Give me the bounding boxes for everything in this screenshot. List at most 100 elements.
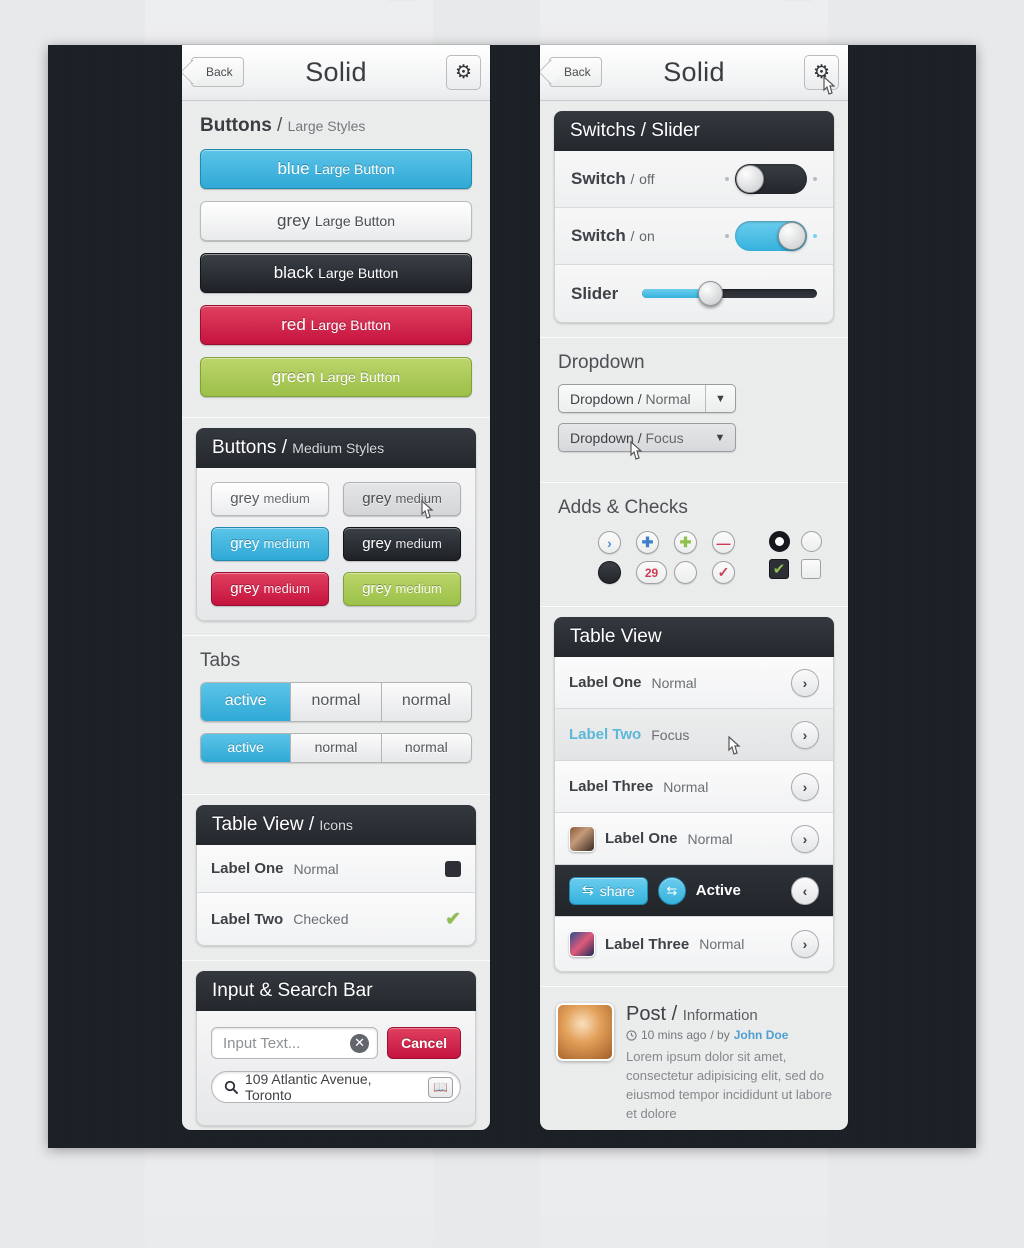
table-row[interactable]: Label One Normal — [197, 845, 475, 893]
plus-badge-blue[interactable]: ✚ — [636, 531, 659, 554]
dropdown-normal[interactable]: Dropdown / Normal ▼ — [558, 384, 736, 413]
chevron-right-icon[interactable]: › — [791, 720, 819, 749]
count-badge[interactable]: 29 — [636, 561, 667, 584]
medium-button-4-sub: medium — [263, 581, 310, 596]
large-button-black-label: black — [273, 263, 314, 282]
check-badge-red[interactable]: ✓ — [712, 561, 735, 584]
divider-4 — [182, 960, 490, 961]
slider-knob[interactable] — [698, 281, 723, 306]
toggle-switch-off[interactable] — [735, 164, 807, 194]
dropdown-heading: Dropdown — [540, 338, 848, 382]
radio-selected[interactable] — [769, 531, 790, 552]
chevron-left-icon[interactable]: ‹ — [791, 876, 819, 905]
shuffle-icon-button[interactable]: ⇆ — [657, 876, 686, 905]
ghost-nav-title: Solid — [145, 0, 433, 13]
medium-button-red[interactable]: grey medium — [211, 572, 329, 606]
chevron-right-icon[interactable]: › — [791, 824, 819, 853]
ghost-gear-icon-2: ⚙ — [780, 0, 814, 1]
table-row[interactable]: Label Two Focus › — [555, 709, 833, 761]
medium-button-blue[interactable]: grey medium — [211, 527, 329, 561]
tabs-heading-label: Tabs — [200, 650, 241, 671]
tabs-heading: Tabs — [182, 636, 490, 680]
large-button-blue[interactable]: blue Large Button — [200, 149, 472, 189]
tabs-row-small: active normal normal — [200, 733, 472, 763]
post-thumbnail[interactable] — [556, 1003, 614, 1061]
gear-icon[interactable]: ⚙ — [446, 55, 481, 90]
plus-badge-green[interactable]: ✚ — [674, 531, 697, 554]
large-button-green[interactable]: green Large Button — [200, 357, 472, 397]
search-icon — [224, 1080, 238, 1094]
table-row[interactable]: Label One Normal › — [555, 657, 833, 709]
tab-active-1[interactable]: active — [201, 683, 292, 721]
post-title-main: Post — [626, 1003, 667, 1025]
dropdown-normal-sep: / — [637, 390, 642, 407]
large-button-green-sub: Large Button — [320, 369, 401, 385]
medium-button-3-sub: medium — [395, 536, 442, 551]
toggle-switch-on[interactable] — [735, 221, 807, 251]
switch-knob — [736, 165, 764, 193]
checkbox-unchecked[interactable] — [801, 559, 821, 579]
buttons-medium-card: Buttons / Medium Styles grey medium grey… — [196, 428, 476, 621]
bookmark-icon[interactable]: 📖 — [428, 1076, 453, 1098]
chevron-right-icon[interactable]: › — [791, 930, 819, 958]
medium-button-black[interactable]: grey medium — [343, 527, 461, 561]
checkbox-checked[interactable]: ✔ — [769, 559, 789, 579]
dropdown-focus[interactable]: Dropdown / Focus ▼ — [558, 423, 736, 460]
chevron-down-icon[interactable]: ▼ — [705, 424, 735, 451]
large-button-blue-sub: Large Button — [314, 161, 395, 177]
switch-on-wrap — [725, 221, 817, 251]
empty-circle[interactable] — [674, 561, 697, 584]
tab-normal-2a[interactable]: normal — [291, 734, 382, 762]
tab-normal-1a[interactable]: normal — [291, 683, 382, 721]
search-input[interactable]: Input Text... ✕ — [211, 1027, 379, 1059]
switch-on-label: Switch / on — [571, 226, 655, 246]
tab-normal-1b[interactable]: normal — [381, 683, 471, 721]
shuffle-icon: ⇆ — [582, 882, 594, 898]
switch-dot-left — [725, 234, 729, 238]
table-row[interactable]: Label Three Normal › — [555, 761, 833, 813]
share-button-label: share — [599, 882, 635, 899]
switches-card: Switchs / Slider Switch / off Switch / o… — [554, 111, 834, 323]
table-row[interactable]: Label Three Normal › — [555, 917, 833, 971]
cancel-button[interactable]: Cancel — [387, 1027, 461, 1059]
clear-x-icon[interactable]: ✕ — [350, 1033, 370, 1053]
table-row[interactable]: Label Two Checked ✔ — [197, 893, 475, 945]
slider-row: Slider — [555, 265, 833, 322]
large-button-grey[interactable]: grey Large Button — [200, 201, 472, 241]
post-author-link[interactable]: John Doe — [734, 1028, 789, 1042]
large-button-blue-label: blue — [277, 159, 310, 178]
chevron-right-badge[interactable]: › — [598, 531, 621, 554]
large-button-black[interactable]: black Large Button — [200, 253, 472, 293]
medium-button-grey-hover[interactable]: grey medium — [343, 482, 461, 519]
table-icons-card: Table View / Icons Label One Normal Labe… — [196, 805, 476, 946]
medium-button-grey-normal[interactable]: grey medium — [211, 482, 329, 516]
large-button-red[interactable]: red Large Button — [200, 305, 472, 345]
slider-track[interactable] — [642, 281, 817, 306]
divider-r3 — [540, 606, 848, 607]
address-search-input[interactable]: 109 Atlantic Avenue, Toronto 📖 — [211, 1071, 461, 1103]
table-row[interactable]: Label One Normal › — [555, 813, 833, 865]
share-button[interactable]: ⇆ share — [569, 876, 648, 905]
medium-button-0-sub: medium — [263, 491, 310, 506]
tv-row4-value: Active — [695, 882, 741, 899]
dropdown-focus-sep: / — [637, 429, 642, 446]
filled-dark-circle[interactable] — [598, 561, 621, 584]
tab-active-2[interactable]: active — [201, 734, 292, 762]
table-row-active[interactable]: ⇆ share ⇆ Active ‹ — [555, 865, 833, 917]
minus-badge-red[interactable]: — — [712, 531, 735, 554]
ghost-nav-title-2: Solid — [540, 0, 828, 13]
chevron-right-icon[interactable]: › — [791, 772, 819, 801]
adds-checks-group: › ✚ ✚ — 29 ✓ ✔ — [540, 527, 848, 600]
switch-off-label-main: Switch — [571, 169, 626, 188]
radio-unselected[interactable] — [801, 531, 822, 552]
switch-row-off: Switch / off — [555, 151, 833, 208]
chevron-down-icon[interactable]: ▼ — [705, 385, 735, 412]
medium-button-5-label: grey — [362, 580, 392, 597]
tab-normal-2b[interactable]: normal — [381, 734, 471, 762]
avatar — [569, 825, 595, 852]
tv-row5-value: Normal — [699, 936, 745, 952]
slider-label: Slider — [571, 283, 619, 303]
gear-icon[interactable]: ⚙ — [804, 55, 839, 90]
medium-button-green[interactable]: grey medium — [343, 572, 461, 606]
chevron-right-icon[interactable]: › — [791, 668, 819, 697]
